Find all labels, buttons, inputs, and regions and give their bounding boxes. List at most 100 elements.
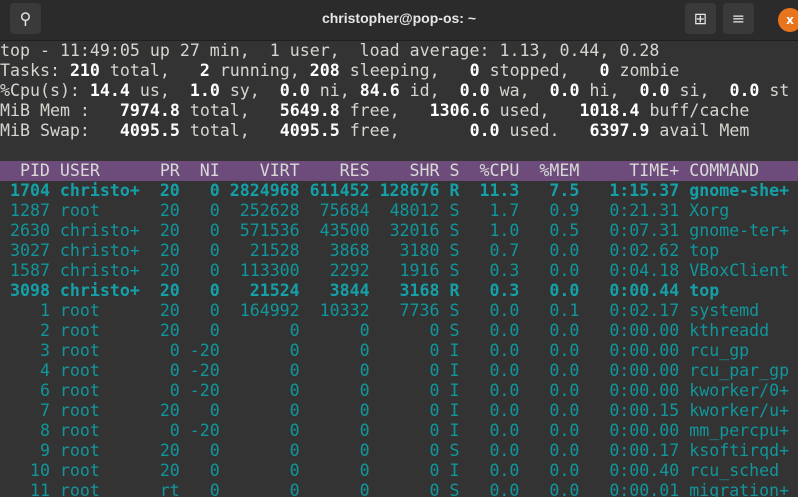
process-row[interactable]: 2 root 20 0 0 0 0 S 0.0 0.0 0:00.00 kthreadd [0,321,798,341]
cell-virt: 0 [289,381,300,400]
column-header-cpu: %CPU [479,161,520,180]
cell-shr: 48012 [389,201,440,220]
cell-virt: 571536 [239,221,300,240]
cell-user: christo+ [59,261,140,280]
process-row[interactable]: 8 root 0 -20 0 0 0 I 0.0 0.0 0:00.00 mm_percpu+ [0,421,798,441]
menu-button[interactable]: ≡ [723,3,754,34]
cell-res: 2292 [329,261,370,280]
cell-state: S [449,321,460,340]
cell-virt: 252628 [239,201,300,220]
cell-pid: 2630 [9,221,50,240]
process-row[interactable]: 2630 christo+ 20 0 571536 43500 32016 S 1.0 0.5 0:… [0,221,798,241]
process-row[interactable]: 11 root rt 0 0 0 0 S 0.0 0.0 0:00.01 migration+ [0,481,798,497]
process-table: 1704 christo+ 20 0 2824968 611452 128676 R 11.3 7… [0,181,798,497]
cell-ni: -20 [189,341,220,360]
column-header-virt: VIRT [259,161,300,180]
cell-time: 0:00.00 [609,341,680,360]
cell-mem: 0.0 [549,401,580,420]
cell-pid: 8 [39,421,50,440]
cell-res: 43500 [319,221,370,240]
process-row[interactable]: 1 root 20 0 164992 10332 7736 S 0.0 0.1 0:02.17 sys… [0,301,798,321]
cell-mem: 0.1 [549,301,580,320]
summary-value: 14.4 [89,81,130,100]
cell-ni: 0 [209,461,220,480]
cell-time: 0:00.00 [609,421,680,440]
summary-value: 1.0 [189,81,220,100]
process-row[interactable]: 10 root 20 0 0 0 0 I 0.0 0.0 0:00.40 rcu_sched [0,461,798,481]
cell-user: root [59,341,100,360]
process-row[interactable]: 9 root 20 0 0 0 0 S 0.0 0.0 0:00.17 ksoftirqd+ [0,441,798,461]
process-row[interactable]: 6 root 0 -20 0 0 0 I 0.0 0.0 0:00.00 kworker/0+ [0,381,798,401]
cell-state: R [449,181,460,200]
process-row[interactable]: 1704 christo+ 20 0 2824968 611452 128676 R 11.3 7… [0,181,798,201]
process-row[interactable]: 3098 christo+ 20 0 21524 3844 3168 R 0.3 0.0 0:00.… [0,281,798,301]
cell-ni: 0 [209,401,220,420]
cell-res: 0 [359,381,370,400]
cell-pr: 20 [159,401,180,420]
close-button[interactable]: x [778,8,798,32]
summary-value: 5649.8 [279,101,340,120]
cell-command: top [689,241,720,260]
cell-shr: 0 [429,321,440,340]
cell-user: root [59,481,100,497]
cell-time: 0:07.31 [609,221,680,240]
cell-user: christo+ [59,181,140,200]
cell-cpu: 0.0 [489,461,520,480]
summary-line: MiB Mem : 7974.8 total, 5649.8 free, 130… [0,101,798,121]
cell-state: S [449,481,460,497]
process-row[interactable]: 1587 christo+ 20 0 113300 2292 1916 S 0.3 0.0 0:04… [0,261,798,281]
cell-ni: 0 [209,321,220,340]
summary-line: %Cpu(s): 14.4 us, 1.0 sy, 0.0 ni, 84.6 i… [0,81,798,101]
summary-value: 0.0 [639,81,670,100]
cell-shr: 32016 [389,221,440,240]
cell-mem: 0.0 [549,441,580,460]
cell-pr: 0 [169,361,180,380]
column-header-state: S [449,161,460,180]
cell-pr: 0 [169,421,180,440]
cell-virt: 0 [289,361,300,380]
cell-command: Xorg [689,201,730,220]
cell-pid: 10 [29,461,50,480]
cell-res: 3868 [329,241,370,260]
column-header-mem: %MEM [539,161,580,180]
cell-res: 3844 [329,281,370,300]
top-summary: top - 11:49:05 up 27 min, 1 user, load a… [0,41,798,141]
column-header-time: TIME+ [629,161,680,180]
cell-shr: 7736 [399,301,440,320]
cell-user: root [59,421,100,440]
cell-time: 0:04.18 [609,261,680,280]
cell-cpu: 0.3 [489,281,520,300]
process-row[interactable]: 4 root 0 -20 0 0 0 I 0.0 0.0 0:00.00 rcu_par_gp [0,361,798,381]
cell-pr: rt [159,481,180,497]
cell-command: top [689,281,720,300]
cell-pid: 1 [39,301,50,320]
cell-mem: 0.5 [549,221,580,240]
cell-pid: 3098 [9,281,50,300]
process-row[interactable]: 3027 christo+ 20 0 21528 3868 3180 S 0.7 0.0 0:02.… [0,241,798,261]
summary-text: buff/cache [639,101,750,120]
cell-cpu: 0.7 [489,241,520,260]
cell-ni: -20 [189,421,220,440]
close-icon: x [786,13,794,27]
process-row[interactable]: 3 root 0 -20 0 0 0 I 0.0 0.0 0:00.00 rcu_gp [0,341,798,361]
cell-time: 0:02.62 [609,241,680,260]
process-row[interactable]: 7 root 20 0 0 0 0 I 0.0 0.0 0:00.15 kworker/u+ [0,401,798,421]
cell-command: kthreadd [689,321,770,340]
cell-pid: 9 [39,441,50,460]
summary-value: 2 [199,61,210,80]
cell-shr: 3180 [399,241,440,260]
column-header-res: RES [339,161,370,180]
cell-user: christo+ [59,221,140,240]
summary-text: running, [209,61,310,80]
cell-user: christo+ [59,281,140,300]
process-row[interactable]: 1287 root 20 0 252628 75684 48012 S 1.7 0.9 0:21.3… [0,201,798,221]
new-tab-button[interactable]: ⊞ [685,3,716,34]
cell-time: 0:00.00 [609,321,680,340]
summary-text: free, [339,121,470,140]
terminal-output[interactable]: top - 11:49:05 up 27 min, 1 user, load a… [0,41,798,497]
summary-text: st [759,81,790,100]
cell-shr: 0 [429,461,440,480]
summary-value: 4095.5 [119,121,180,140]
summary-text: MiB Swap: [0,121,120,140]
cell-state: I [449,341,460,360]
